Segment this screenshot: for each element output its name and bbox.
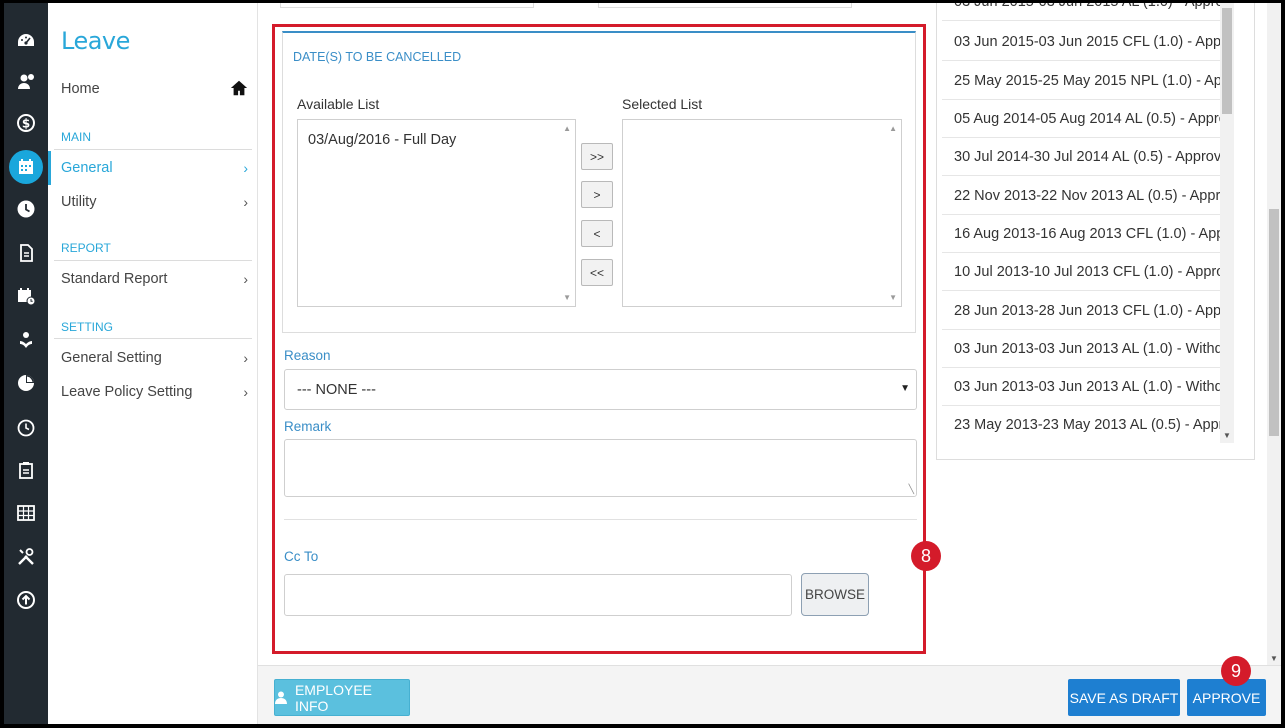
list-item[interactable]: 10 Jul 2013-10 Jul 2013 CFL (1.0) - Appr…	[942, 253, 1226, 291]
dollar-cycle-icon[interactable]: $	[12, 109, 40, 137]
home-icon	[230, 80, 248, 96]
pie-chart-icon[interactable]	[12, 369, 40, 397]
table-icon[interactable]	[12, 499, 40, 527]
menu-item-label: Utility	[61, 194, 97, 210]
menu-item-label: Leave Policy Setting	[61, 384, 193, 400]
menu-item-general-setting[interactable]: General Setting ›	[48, 341, 258, 375]
clipboard-icon[interactable]	[12, 456, 40, 484]
employee-info-label: EMPLOYEE INFO	[294, 681, 372, 714]
divider	[54, 149, 252, 150]
list-item[interactable]: 22 Nov 2013-22 Nov 2013 AL (0.5) - Appro…	[942, 177, 1226, 215]
menu-item-label: General Setting	[61, 350, 162, 366]
svg-text:$: $	[22, 117, 30, 131]
chevron-right-icon: ›	[243, 160, 248, 176]
section-label-report: REPORT	[61, 241, 111, 255]
approve-button[interactable]: APPROVE	[1187, 679, 1266, 716]
list-item[interactable]: 03 Jun 2013-03 Jun 2013 AL (1.0) - Withd…	[942, 330, 1226, 368]
hand-person-icon[interactable]	[12, 326, 40, 354]
list-item[interactable]: 03 Jun 2015-03 Jun 2015 AL (1.0) - Appro…	[942, 3, 1226, 21]
scroll-down-icon[interactable]: ▼	[1223, 431, 1231, 440]
page-scrollbar[interactable]: ▼	[1267, 3, 1281, 665]
annotation-highlight-box	[272, 24, 926, 654]
upload-icon[interactable]	[12, 586, 40, 614]
list-item[interactable]: 23 May 2013-23 May 2013 AL (0.5) - Appro…	[942, 406, 1226, 443]
menu-item-leave-policy-setting[interactable]: Leave Policy Setting ›	[48, 375, 258, 409]
menu-item-label: General	[61, 160, 113, 176]
history-scrollbar[interactable]: ▼	[1220, 3, 1234, 443]
document-icon[interactable]	[12, 239, 40, 267]
list-item[interactable]: 16 Aug 2013-16 Aug 2013 CFL (1.0) - Appr…	[942, 215, 1226, 253]
menu-item-label: Home	[61, 81, 100, 97]
menu-item-general[interactable]: General ›	[48, 151, 258, 185]
previous-field-edge	[280, 3, 534, 8]
menu-item-label: Standard Report	[61, 271, 168, 287]
user-icon	[275, 691, 287, 704]
section-label-main: MAIN	[61, 130, 91, 144]
annotation-badge-9: 9	[1221, 656, 1251, 686]
annotation-badge-8: 8	[911, 541, 941, 571]
leave-history-list[interactable]: 03 Jun 2015-03 Jun 2015 AL (1.0) - Appro…	[942, 3, 1226, 443]
save-as-draft-button[interactable]: SAVE AS DRAFT	[1068, 679, 1180, 716]
divider	[54, 260, 252, 261]
clock-icon[interactable]	[12, 195, 40, 223]
module-title: Leave	[61, 27, 130, 55]
app-window: $ Leave Home MAIN General › Utility › RE…	[4, 3, 1281, 724]
list-item[interactable]: 25 May 2015-25 May 2015 NPL (1.0) - Appr…	[942, 62, 1226, 100]
calendar-clock-icon[interactable]	[12, 282, 40, 310]
tools-icon[interactable]	[12, 543, 40, 571]
chevron-right-icon: ›	[243, 271, 248, 287]
side-menu: Leave Home MAIN General › Utility › REPO…	[48, 3, 258, 724]
section-label-setting: SETTING	[61, 320, 114, 334]
chevron-right-icon: ›	[243, 384, 248, 400]
user-money-icon[interactable]	[12, 67, 40, 95]
previous-field-edge	[598, 3, 852, 8]
calendar-icon[interactable]	[9, 150, 43, 184]
main-content: DATE(S) TO BE CANCELLED Available List S…	[258, 3, 1281, 724]
list-item[interactable]: 30 Jul 2014-30 Jul 2014 AL (0.5) - Appro…	[942, 138, 1226, 176]
dashboard-icon[interactable]	[12, 27, 40, 55]
menu-item-standard-report[interactable]: Standard Report ›	[48, 262, 258, 296]
leave-history-panel: 03 Jun 2015-03 Jun 2015 AL (1.0) - Appro…	[936, 3, 1255, 460]
action-footer: EMPLOYEE INFO SAVE AS DRAFT APPROVE	[258, 665, 1281, 724]
employee-info-button[interactable]: EMPLOYEE INFO	[274, 679, 410, 716]
menu-item-utility[interactable]: Utility ›	[48, 185, 258, 219]
scrollbar-thumb[interactable]	[1269, 209, 1279, 436]
scrollbar-thumb[interactable]	[1222, 8, 1232, 114]
list-item[interactable]: 05 Aug 2014-05 Aug 2014 AL (0.5) - Appro…	[942, 100, 1226, 138]
timer-icon[interactable]	[12, 413, 40, 441]
icon-rail: $	[4, 3, 48, 724]
chevron-right-icon: ›	[243, 194, 248, 210]
scroll-down-icon[interactable]: ▼	[1270, 654, 1278, 663]
list-item[interactable]: 28 Jun 2013-28 Jun 2013 CFL (1.0) - Appr…	[942, 292, 1226, 330]
list-item[interactable]: 03 Jun 2015-03 Jun 2015 CFL (1.0) - Appr…	[942, 23, 1226, 61]
chevron-right-icon: ›	[243, 350, 248, 366]
list-item[interactable]: 03 Jun 2013-03 Jun 2013 AL (1.0) - Withd…	[942, 368, 1226, 406]
menu-item-home[interactable]: Home	[48, 72, 258, 106]
divider	[54, 338, 252, 339]
